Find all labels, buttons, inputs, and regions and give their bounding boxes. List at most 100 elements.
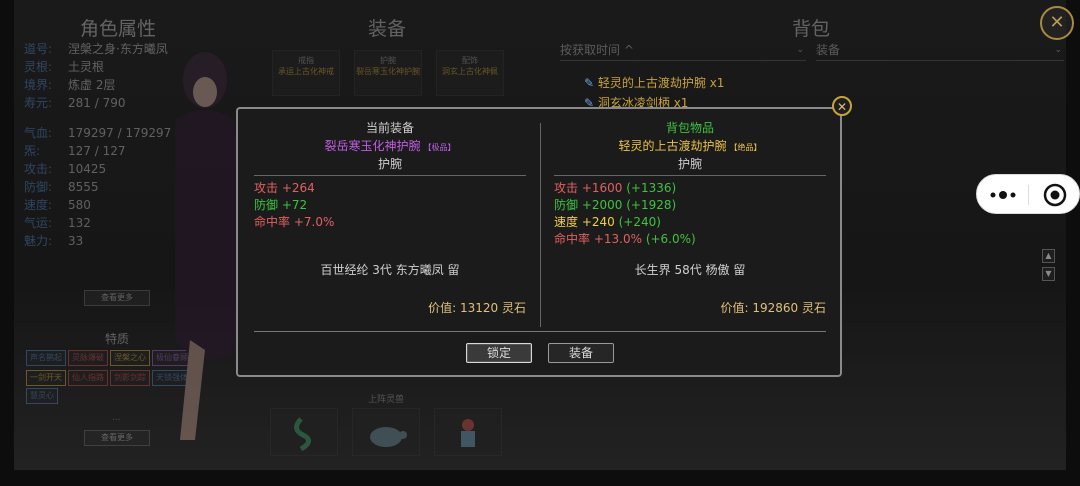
attribute-value: 132 bbox=[68, 216, 91, 230]
stat-value: 攻击 +1600 bbox=[554, 181, 623, 195]
stat-value: 命中率 +7.0% bbox=[254, 215, 335, 229]
miniprogram-capsule bbox=[976, 174, 1080, 214]
creature-pet-icon bbox=[461, 419, 475, 447]
attribute-row: 速度: 580 bbox=[24, 196, 91, 213]
divider bbox=[254, 175, 526, 176]
current-item-type: 护腕 bbox=[377, 157, 402, 171]
slot-item: 承运上古化神戒 bbox=[278, 67, 334, 76]
trait-tag[interactable]: 剑影剑踪 bbox=[110, 370, 150, 386]
more-traits-button[interactable]: 查看更多 bbox=[84, 430, 150, 446]
attribute-label: 气运: bbox=[24, 216, 53, 230]
attribute-row: 防御: 8555 bbox=[24, 178, 99, 195]
footer-divider bbox=[254, 331, 826, 332]
traits-title: 特质 bbox=[105, 332, 130, 346]
current-item-stats: 攻击 +264 防御 +72 命中率 +7.0% bbox=[254, 180, 526, 231]
equipment-title: 装备 bbox=[368, 18, 407, 40]
current-item-price: 价值: 13120 灵石 bbox=[428, 301, 526, 315]
attribute-label: 气血: bbox=[24, 126, 53, 140]
attribute-label: 道号: bbox=[24, 42, 53, 56]
current-item-tier: 【极品】 bbox=[423, 143, 456, 152]
capsule-divider bbox=[1028, 185, 1029, 205]
stat-value: 攻击 +264 bbox=[254, 181, 315, 195]
attribute-value: 127 / 127 bbox=[68, 144, 126, 158]
divider bbox=[554, 175, 826, 176]
attribute-row: 道号: 涅槃之身·东方曦凤 bbox=[24, 40, 168, 57]
stat-row: 攻击 +264 bbox=[254, 180, 526, 197]
current-item-name-row: 裂岳寒玉化神护腕 【极品】 bbox=[254, 137, 526, 155]
chevron-down-icon: ⌄ bbox=[1054, 45, 1062, 55]
stat-delta: (+6.0%) bbox=[642, 232, 696, 246]
chevron-down-icon: ⌄ bbox=[796, 45, 804, 55]
filter-select[interactable]: 装备 ⌄ bbox=[816, 40, 1064, 61]
attribute-label: 炁: bbox=[24, 144, 41, 158]
trait-tag[interactable]: 一剑开天 bbox=[26, 370, 66, 386]
more-dots-icon[interactable] bbox=[990, 188, 1016, 202]
bag-item-price: 价值: 192860 灵石 bbox=[720, 301, 826, 315]
slot-item: 裂岳寒玉化神护腕 bbox=[356, 67, 420, 76]
more-attributes-button[interactable]: 查看更多 bbox=[84, 290, 150, 306]
attribute-row: 攻击: 10425 bbox=[24, 160, 106, 177]
stat-value: 防御 +2000 bbox=[554, 198, 623, 212]
pet-slot-turtle[interactable] bbox=[352, 408, 420, 456]
bag-item-name: 轻灵的上古渡劫护腕 bbox=[618, 139, 727, 153]
attribute-label: 防御: bbox=[24, 180, 53, 194]
trait-tag[interactable]: 涅槃之心 bbox=[110, 350, 150, 366]
attribute-value: 炼虚 2层 bbox=[68, 78, 116, 92]
lock-button[interactable]: 锁定 bbox=[466, 343, 532, 363]
equipment-slot[interactable]: 戒指 承运上古化神戒 bbox=[272, 50, 340, 96]
attribute-row: 境界: 炼虚 2层 bbox=[24, 76, 115, 93]
bag-title: 背包 bbox=[792, 18, 831, 40]
bag-item-type: 护腕 bbox=[677, 157, 702, 171]
column-divider bbox=[540, 123, 541, 327]
dialog-close-icon[interactable]: ✕ bbox=[832, 96, 852, 116]
stat-row: 速度 +240 (+240) bbox=[554, 214, 826, 231]
bag-item-stats: 攻击 +1600 (+1336) 防御 +2000 (+1928) 速度 +240 … bbox=[554, 180, 826, 248]
attributes-title: 角色属性 bbox=[80, 18, 157, 40]
stat-delta: (+1336) bbox=[622, 181, 677, 195]
stat-row: 命中率 +13.0% (+6.0%) bbox=[554, 231, 826, 248]
turtle-pet-icon bbox=[370, 427, 407, 447]
equip-button[interactable]: 装备 bbox=[548, 343, 614, 363]
trait-tag[interactable]: 灵脉爆破 bbox=[68, 350, 108, 366]
stat-value: 防御 +72 bbox=[254, 198, 308, 212]
bag-item-owner: 长生界 58代 杨傲 留 bbox=[634, 263, 746, 277]
trait-tag[interactable]: 声名鹊起 bbox=[26, 350, 66, 366]
scroll-up-icon[interactable]: ▲ bbox=[1042, 249, 1055, 263]
pet-slot-snake[interactable] bbox=[270, 408, 338, 456]
slot-name: 戒指 bbox=[298, 56, 314, 65]
sort-select[interactable]: 按获取时间 ^ ⌄ bbox=[560, 40, 806, 61]
attribute-row: 炁: 127 / 127 bbox=[24, 142, 125, 159]
scroll-down-icon[interactable]: ▼ bbox=[1042, 267, 1055, 281]
attribute-label: 境界: bbox=[24, 78, 53, 92]
attribute-label: 寿元: bbox=[24, 96, 53, 110]
bag-item-tier: 【绝品】 bbox=[729, 143, 762, 152]
attribute-row: 灵根: 土灵根 bbox=[24, 58, 104, 75]
equipment-compare-dialog: 当前装备 裂岳寒玉化神护腕 【极品】 护腕 攻击 +264 防御 +72 命中率 +7… bbox=[236, 107, 842, 377]
trait-tag[interactable]: 慧灵心 bbox=[26, 388, 58, 404]
close-icon[interactable]: ✕ bbox=[1040, 6, 1074, 40]
ellipsis: ... bbox=[112, 413, 121, 423]
attribute-row: 气运: 132 bbox=[24, 214, 91, 231]
filter-select-value: 装备 bbox=[816, 43, 841, 57]
attribute-label: 攻击: bbox=[24, 162, 53, 176]
attribute-row: 寿元: 281 / 790 bbox=[24, 94, 125, 111]
equipment-slot[interactable]: 配饰 洞玄上古化神佩 bbox=[436, 50, 504, 96]
attribute-value: 10425 bbox=[68, 162, 107, 176]
sort-select-value: 按获取时间 ^ bbox=[560, 43, 634, 57]
bracer-icon: ✎ bbox=[584, 76, 595, 90]
target-close-icon[interactable] bbox=[1043, 183, 1067, 207]
trait-tag[interactable]: 仙人指路 bbox=[68, 370, 108, 386]
equipment-slot[interactable]: 护腕 裂岳寒玉化神护腕 bbox=[354, 50, 422, 96]
bag-item-column: 背包物品 轻灵的上古渡劫护腕 【绝品】 护腕 攻击 +1600 (+1336) 防御… bbox=[554, 119, 826, 248]
pet-slot-creature[interactable] bbox=[434, 408, 502, 456]
bag-item-name-row: 轻灵的上古渡劫护腕 【绝品】 bbox=[554, 137, 826, 155]
current-equipment-column: 当前装备 裂岳寒玉化神护腕 【极品】 护腕 攻击 +264 防御 +72 命中率 +7… bbox=[254, 119, 526, 231]
slot-name: 配饰 bbox=[462, 56, 478, 65]
slot-item: 洞玄上古化神佩 bbox=[442, 67, 498, 76]
pets-title: 上阵灵兽 bbox=[368, 395, 405, 405]
stat-delta: (+240) bbox=[614, 215, 661, 229]
bag-item[interactable]: ✎ 轻灵的上古渡劫护腕 x1 bbox=[584, 74, 724, 91]
stat-row: 攻击 +1600 (+1336) bbox=[554, 180, 826, 197]
stat-delta: (+1928) bbox=[622, 198, 677, 212]
stat-row: 命中率 +7.0% bbox=[254, 214, 526, 231]
